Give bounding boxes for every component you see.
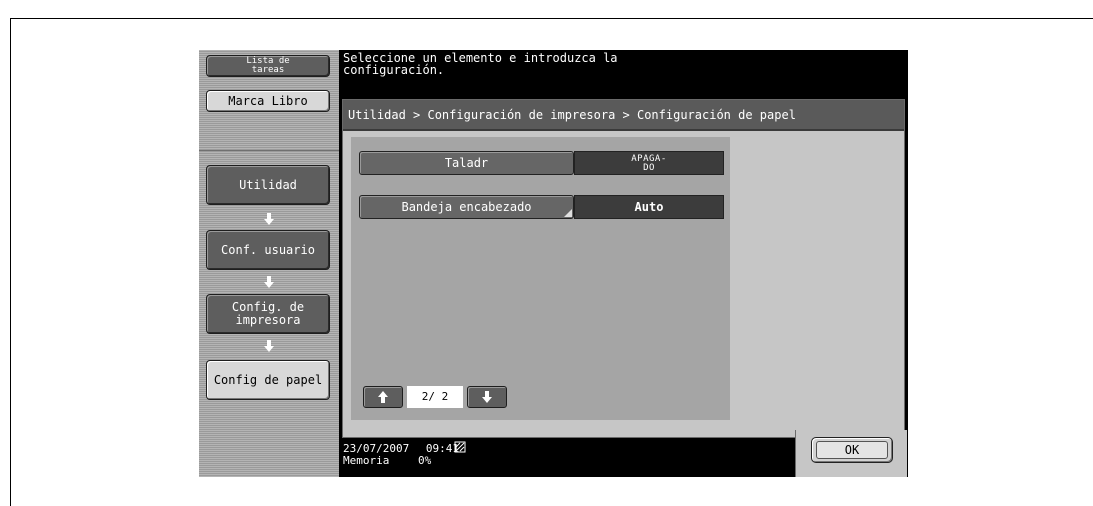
paper-settings-label: Config de papel bbox=[213, 372, 323, 387]
page-down-button[interactable] bbox=[467, 386, 507, 408]
settings-panel: Utilidad > Configuración de impresora > … bbox=[342, 99, 905, 438]
instruction-line-2: configuración. bbox=[343, 63, 445, 77]
down-arrow-icon bbox=[482, 391, 492, 403]
printer-settings-label-2: impresora bbox=[235, 313, 301, 327]
page-up-button[interactable] bbox=[363, 386, 403, 408]
bookmark-button[interactable]: Marca Libro bbox=[206, 90, 330, 112]
down-arrow-icon bbox=[257, 339, 281, 353]
printer-settings-button[interactable]: Config. de impresora bbox=[206, 294, 330, 334]
punch-value-line-2: DO bbox=[643, 163, 655, 173]
control-panel-screen: Lista de tareas Marca Libro Utilidad Con… bbox=[199, 50, 908, 477]
setting-row-banner-tray: Bandeja encabezado Auto bbox=[359, 195, 724, 219]
utility-label: Utilidad bbox=[239, 177, 297, 192]
job-list-button[interactable]: Lista de tareas bbox=[206, 55, 330, 77]
user-settings-label: Conf. usuario bbox=[221, 242, 315, 257]
ok-button[interactable]: OK bbox=[811, 437, 893, 463]
ok-label: OK bbox=[816, 441, 888, 459]
job-list-label-2: tareas bbox=[251, 65, 285, 75]
page-border-top bbox=[10, 18, 1093, 19]
punch-label: Taladr bbox=[444, 156, 489, 170]
memory-icon bbox=[454, 441, 466, 453]
paper-settings-button[interactable]: Config de papel bbox=[206, 360, 330, 400]
bookmark-label: Marca Libro bbox=[228, 93, 308, 108]
status-bar: 23/07/2007 09:41 Memoria 0% bbox=[343, 441, 466, 467]
left-navigation: Lista de tareas Marca Libro Utilidad Con… bbox=[199, 50, 339, 477]
submenu-corner-icon bbox=[564, 209, 572, 217]
down-arrow-icon bbox=[257, 275, 281, 289]
memory-label: Memoria bbox=[343, 454, 390, 467]
punch-value: APAGA- DO bbox=[574, 151, 724, 175]
utility-button[interactable]: Utilidad bbox=[206, 165, 330, 205]
settings-list: Taladr APAGA- DO Bandeja encabezado Auto bbox=[351, 137, 730, 420]
user-settings-button[interactable]: Conf. usuario bbox=[206, 230, 330, 270]
banner-tray-button[interactable]: Bandeja encabezado bbox=[359, 195, 574, 219]
punch-button[interactable]: Taladr bbox=[359, 151, 574, 175]
banner-tray-value: Auto bbox=[574, 195, 724, 219]
setting-row-punch: Taladr APAGA- DO bbox=[359, 151, 724, 175]
nav-divider bbox=[199, 150, 339, 151]
memory-value: 0% bbox=[417, 454, 432, 467]
breadcrumb: Utilidad > Configuración de impresora > … bbox=[343, 100, 904, 131]
instruction-message: Seleccione un elemento e introduzca la c… bbox=[343, 52, 903, 76]
page-indicator: 2/ 2 bbox=[407, 386, 463, 408]
page-border-left bbox=[10, 18, 11, 506]
banner-tray-label: Bandeja encabezado bbox=[401, 200, 532, 214]
up-arrow-icon bbox=[378, 391, 388, 403]
down-arrow-icon bbox=[257, 212, 281, 226]
